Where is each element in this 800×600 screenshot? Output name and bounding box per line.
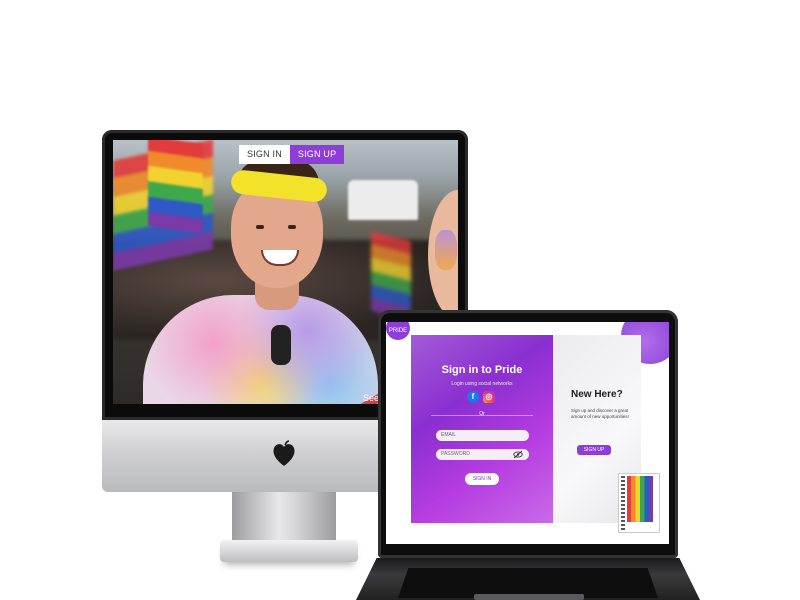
social-buttons: f ◎ [467, 391, 495, 403]
sign-in-button[interactable]: SIGN IN [465, 473, 499, 485]
password-placeholder: PASSWORD [441, 451, 470, 457]
tab-sign-in[interactable]: SIGN IN [239, 145, 290, 164]
instagram-icon[interactable]: ◎ [483, 391, 495, 403]
see-more-link[interactable]: See [363, 393, 379, 403]
new-here-description: Sign up and discover a great amount of n… [571, 408, 629, 419]
facebook-icon[interactable]: f [467, 391, 479, 403]
social-login-hint: Login using social networks [451, 381, 513, 387]
new-here-title: New Here? [571, 389, 623, 400]
eye-off-icon[interactable] [513, 450, 523, 459]
rainbow-notebook-illustration [619, 474, 659, 532]
email-field[interactable]: EMAIL [436, 430, 529, 441]
password-field[interactable]: PASSWORD [436, 449, 529, 460]
sign-in-title: Sign in to Pride [441, 364, 523, 376]
laptop-trackpad [474, 594, 584, 600]
imac-foot [220, 540, 358, 562]
sign-up-button[interactable]: SIGN UP [577, 445, 611, 455]
sign-in-panel: Sign in to Pride Login using social netw… [411, 335, 553, 523]
laptop-bezel: PRIDE Sign in to Pride Login using socia… [378, 310, 678, 558]
pride-logo-badge[interactable]: PRIDE [386, 322, 410, 340]
imac-stand [232, 492, 336, 547]
laptop-device: PRIDE Sign in to Pride Login using socia… [356, 310, 700, 600]
auth-tabs: SIGN IN SIGN UP [239, 145, 345, 164]
apple-icon [273, 440, 295, 466]
or-separator: Or [479, 411, 485, 417]
tab-sign-up[interactable]: SIGN UP [289, 145, 345, 164]
laptop-screen: PRIDE Sign in to Pride Login using socia… [386, 322, 669, 544]
